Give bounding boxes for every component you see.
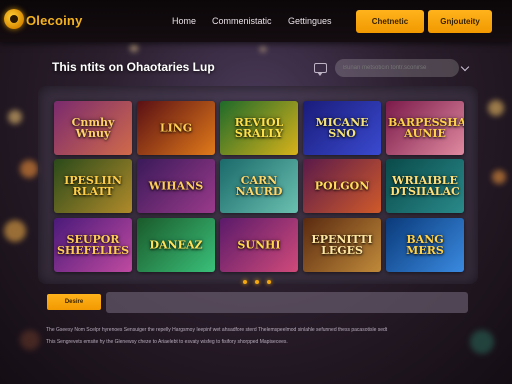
top-navigation-bar: Olecoiny Home Commenistatic Gettingues C… [0,0,512,42]
bokeh-light [260,46,266,52]
game-tile-title: Cnmhy Wnuy [71,116,115,140]
page-headline: This ntits on Ohaotaries Lup [52,60,215,74]
game-tile-title: CARN NAURD [235,174,283,198]
game-tile[interactable]: EPENITTI LEGES [303,218,381,272]
nav-item-2[interactable]: Commenistatic [212,16,272,26]
game-tile[interactable]: WIHANS [137,159,215,213]
game-tile[interactable]: CARN NAURD [220,159,298,213]
game-tile[interactable]: SUNHI [220,218,298,272]
game-tile[interactable]: DANEAZ [137,218,215,272]
secondary-header-button[interactable]: Gnjouteity [428,10,492,33]
pagination-dot[interactable] [267,280,271,284]
bokeh-light [4,220,26,242]
primary-header-button[interactable]: Chetnetic [356,10,424,33]
game-tile-title: WRIAIBLE DTSIIALAC [390,174,460,198]
bokeh-light [470,330,494,354]
game-tile[interactable]: MICANE SNO [303,101,381,155]
nav-item-home[interactable]: Home [172,16,196,26]
coin-logo-icon[interactable] [4,9,24,29]
game-tile-title: REVIOL SRALLY [234,116,284,140]
game-tile[interactable]: BANG MERS [386,218,464,272]
chevron-down-icon[interactable] [460,62,470,72]
footer-text-line: This Sengrevets emsite hy the Glenewsy c… [46,339,288,345]
game-tile-title: SUNHI [237,238,281,252]
game-tile[interactable]: POLGON [303,159,381,213]
game-tile[interactable]: BARPESSHA AUNIE [386,101,464,155]
bokeh-light [488,100,504,116]
game-tile[interactable]: WRIAIBLE DTSIIALAC [386,159,464,213]
game-tile-title: DANEAZ [149,238,203,252]
game-tile-title: POLGON [314,179,370,193]
game-tile-title: SEUPOR SHEFELIES [56,233,130,257]
chat-icon[interactable] [314,63,327,76]
bokeh-light [492,170,506,184]
bottom-input-bar[interactable] [106,292,468,313]
game-tile-title: EPENITTI LEGES [311,233,373,257]
pagination-dot[interactable] [243,280,247,284]
game-tile[interactable]: SEUPOR SHEFELIES [54,218,132,272]
game-tile-title: LING [159,121,193,135]
bokeh-light [20,330,40,350]
logo-text[interactable]: Olecoiny [26,13,83,28]
game-tile[interactable]: Cnmhy Wnuy [54,101,132,155]
game-tile[interactable]: LING [137,101,215,155]
game-tile-title: BARPESSHA AUNIE [388,116,464,140]
bokeh-light [130,44,138,52]
pagination-dot[interactable] [255,280,259,284]
game-tile[interactable]: REVIOL SRALLY [220,101,298,155]
bottom-action-button[interactable]: Desire [47,294,101,310]
bokeh-light [8,110,22,124]
nav-item-3[interactable]: Gettingues [288,16,332,26]
game-tile-title: WIHANS [148,179,204,193]
bokeh-light [20,160,38,178]
game-tile[interactable]: IPESLIIN RLATT [54,159,132,213]
game-tile-title: MICANE SNO [315,116,369,140]
footer-text-line: The Gseesy Nom Scelpr hyrenoes Sensuiger… [46,327,388,333]
search-input[interactable] [335,59,459,77]
game-tile-title: IPESLIIN RLATT [64,174,122,198]
game-tile-title: BANG MERS [406,233,444,257]
